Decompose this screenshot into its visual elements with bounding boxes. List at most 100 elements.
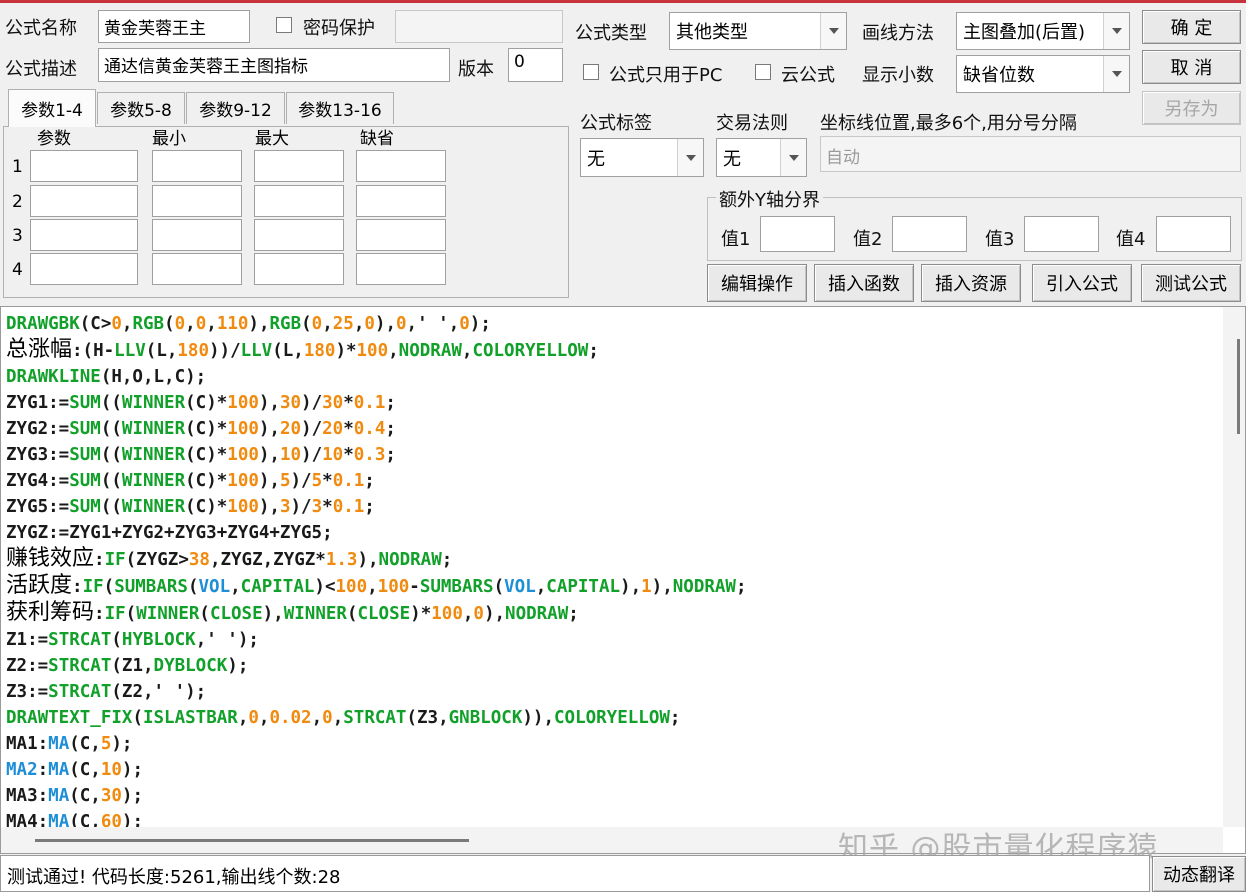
coord-line-input[interactable]: 自动 (820, 136, 1241, 172)
code-token: ), (483, 604, 506, 624)
code-token: ( (103, 577, 115, 597)
code-line[interactable]: MA1:MA(C,5); (6, 731, 747, 757)
code-token: ( (199, 604, 210, 624)
param-3-min-input[interactable] (152, 219, 242, 251)
code-token: (Z2,' '); (111, 682, 207, 702)
param-1-name-input[interactable] (30, 150, 138, 182)
vertical-scrollbar[interactable] (1223, 307, 1245, 827)
code-token: ), (357, 550, 379, 570)
y-value-2-input[interactable] (892, 216, 967, 252)
code-token: MA (48, 760, 70, 780)
code-line[interactable]: Z2:=STRCAT(Z1,DYBLOCK); (6, 653, 747, 679)
code-editor[interactable]: DRAWGBK(C>0,RGB(0,0,110),RGB(0,25,0),0,'… (0, 306, 1246, 854)
y-value-4-input[interactable] (1156, 216, 1231, 252)
code-token: , (230, 577, 241, 597)
code-token: 0 (174, 314, 186, 334)
param-4-name-input[interactable] (30, 253, 138, 285)
code-token: 0.1 (332, 497, 365, 517)
param-1-min-input[interactable] (152, 150, 242, 182)
param-3-name-input[interactable] (30, 219, 138, 251)
horizontal-scroll-thumb[interactable] (35, 839, 469, 842)
cancel-button[interactable]: 取 消 (1142, 50, 1241, 84)
code-token: ( (187, 577, 199, 597)
insert-resource-button[interactable]: 插入资源 (921, 264, 1021, 302)
tab-params-5-8[interactable]: 参数5-8 (97, 92, 185, 124)
edit-operation-button[interactable]: 编辑操作 (707, 264, 807, 302)
chevron-down-icon (780, 139, 806, 176)
formula-tag-select[interactable]: 无 (580, 138, 704, 177)
code-line[interactable]: 获利筹码:IF(WINNER(CLOSE),WINNER(CLOSE)*100,… (6, 600, 747, 627)
code-line[interactable]: ZYG5:=SUM((WINNER(C)*100),3)/3*0.1; (6, 494, 747, 520)
code-line[interactable]: Z3:=STRCAT(Z2,' '); (6, 679, 747, 705)
code-token: 100 (227, 393, 259, 413)
code-token: ); (121, 786, 143, 806)
code-token: 0.3 (353, 445, 386, 465)
code-line[interactable]: DRAWKLINE(H,O,L,C); (6, 364, 747, 390)
param-3-default-input[interactable] (356, 219, 446, 251)
code-line[interactable]: MA3:MA(C,30); (6, 783, 747, 809)
save-as-button[interactable]: 另存为 (1142, 91, 1241, 125)
code-line[interactable]: DRAWTEXT_FIX(ISLASTBAR,0,0.02,0,STRCAT(Z… (6, 705, 747, 731)
formula-desc-input[interactable]: 通达信黄金芙蓉王主图指标 (98, 48, 450, 82)
pc-only-checkbox[interactable] (583, 64, 599, 80)
dynamic-translate-button[interactable]: 动态翻译 (1152, 856, 1246, 892)
code-token: ), (258, 393, 280, 413)
param-4-min-input[interactable] (152, 253, 242, 285)
code-token: ); (469, 314, 491, 334)
code-text[interactable]: DRAWGBK(C>0,RGB(0,0,110),RGB(0,25,0),0,'… (6, 311, 747, 835)
code-line[interactable]: Z1:=STRCAT(HYBLOCK,' '); (6, 627, 747, 653)
code-line[interactable]: MA2:MA(C,10); (6, 757, 747, 783)
code-line[interactable]: DRAWGBK(C>0,RGB(0,0,110),RGB(0,25,0),0,'… (6, 311, 747, 337)
param-1-default-input[interactable] (356, 150, 446, 182)
param-4-default-input[interactable] (356, 253, 446, 285)
insert-function-button[interactable]: 插入函数 (814, 264, 914, 302)
code-line[interactable]: ZYG3:=SUM((WINNER(C)*100),10)/10*0.3; (6, 442, 747, 468)
password-protect-checkbox[interactable] (276, 17, 292, 33)
code-token: ,ZYGZ,ZYGZ* (209, 550, 326, 570)
tab-params-13-16[interactable]: 参数13-16 (286, 92, 394, 124)
code-token: 100 (227, 497, 259, 517)
code-token: 10 (322, 445, 344, 465)
y-value-2-label: 值2 (853, 229, 883, 250)
password-input[interactable] (395, 10, 563, 43)
param-1-max-input[interactable] (254, 150, 344, 182)
code-token: ; (568, 604, 579, 624)
formula-name-label: 公式名称 (5, 18, 77, 39)
code-token: 0 (364, 314, 375, 334)
code-line[interactable]: ZYGZ:=ZYG1+ZYG2+ZYG3+ZYG4+ZYG5; (6, 520, 747, 546)
code-token: ), (374, 314, 396, 334)
code-line[interactable]: 活跃度:IF(SUMBARS(VOL,CAPITAL)<100,100-SUMB… (6, 573, 747, 600)
code-token: ), (258, 497, 280, 517)
import-formula-button[interactable]: 引入公式 (1032, 264, 1132, 302)
trade-rule-select[interactable]: 无 (716, 138, 807, 177)
formula-name-input[interactable]: 黄金芙蓉王主 (98, 10, 250, 43)
code-line[interactable]: ZYG4:=SUM((WINNER(C)*100),5)/5*0.1; (6, 468, 747, 494)
code-line[interactable]: ZYG2:=SUM((WINNER(C)*100),20)/20*0.4; (6, 416, 747, 442)
y-value-3-input[interactable] (1024, 216, 1099, 252)
param-3-max-input[interactable] (254, 219, 344, 251)
test-formula-button[interactable]: 测试公式 (1141, 264, 1241, 302)
draw-method-select[interactable]: 主图叠加(后置) (956, 12, 1130, 50)
code-token: ZYG5:= (6, 497, 70, 517)
ok-button[interactable]: 确 定 (1142, 10, 1241, 44)
param-2-min-input[interactable] (152, 185, 242, 217)
param-2-name-input[interactable] (30, 185, 138, 217)
code-token: COLORYELLOW (472, 341, 589, 361)
param-4-max-input[interactable] (254, 253, 344, 285)
tab-params-9-12[interactable]: 参数9-12 (186, 92, 285, 124)
code-line[interactable]: ZYG1:=SUM((WINNER(C)*100),30)/30*0.1; (6, 390, 747, 416)
code-token: MA1: (6, 734, 49, 754)
cloud-formula-checkbox[interactable] (755, 64, 771, 80)
tab-params-1-4[interactable]: 参数1-4 (8, 89, 96, 127)
param-2-default-input[interactable] (356, 185, 446, 217)
vertical-scroll-thumb[interactable] (1237, 339, 1240, 434)
formula-type-select[interactable]: 其他类型 (669, 12, 847, 50)
param-2-max-input[interactable] (254, 185, 344, 217)
code-line[interactable]: 总涨幅:(H-LLV(L,180))/LLV(L,180)*100,NODRAW… (6, 337, 747, 364)
code-line[interactable]: 赚钱效应:IF(ZYGZ>38,ZYGZ,ZYGZ*1.3),NODRAW; (6, 546, 747, 573)
version-input[interactable]: 0 (508, 48, 563, 82)
code-token: WINNER (121, 419, 186, 439)
y-value-1-input[interactable] (760, 216, 835, 252)
decimals-select[interactable]: 缺省位数 (956, 55, 1130, 93)
code-token: 总涨幅 (6, 337, 73, 362)
